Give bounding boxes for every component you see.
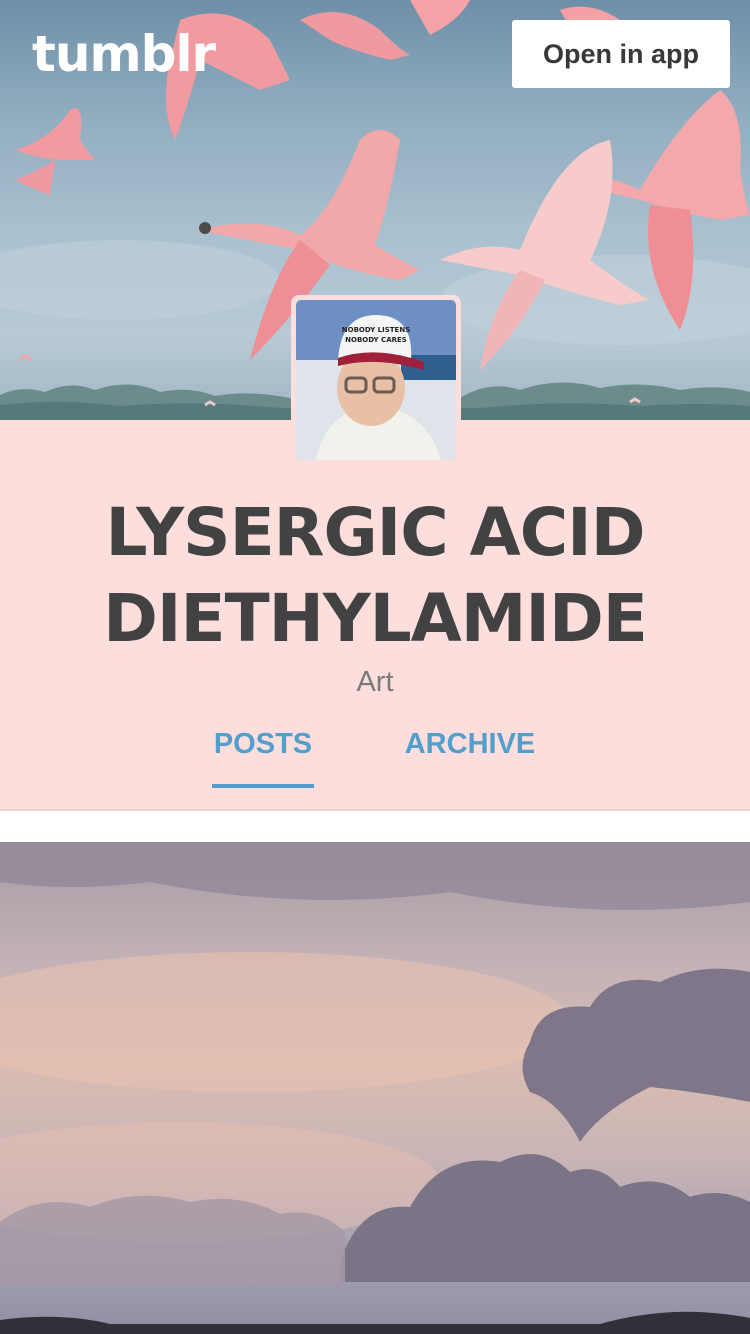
tab-archive[interactable]: ARCHIVE: [400, 728, 540, 788]
hat-text-line2: NOBODY CARES: [345, 336, 407, 344]
post-image[interactable]: [0, 842, 750, 1334]
sunset-sky-photo: [0, 842, 750, 1334]
hat-text-line1: NOBODY LISTENS: [342, 326, 410, 334]
tumblr-logo[interactable]: tumblr: [32, 26, 216, 82]
blog-title-line2: DIETHYLAMIDE: [103, 580, 648, 657]
avatar[interactable]: NOBODY LISTENS NOBODY CARES: [296, 300, 456, 460]
blog-title: LYSERGIC ACID DIETHYLAMIDE: [0, 490, 750, 662]
blog-title-line1: LYSERGIC ACID: [105, 494, 645, 571]
open-in-app-button[interactable]: Open in app: [512, 20, 730, 88]
tab-posts[interactable]: POSTS: [212, 728, 314, 788]
avatar-frame[interactable]: NOBODY LISTENS NOBODY CARES: [291, 295, 461, 465]
blog-description: Art: [356, 666, 394, 698]
